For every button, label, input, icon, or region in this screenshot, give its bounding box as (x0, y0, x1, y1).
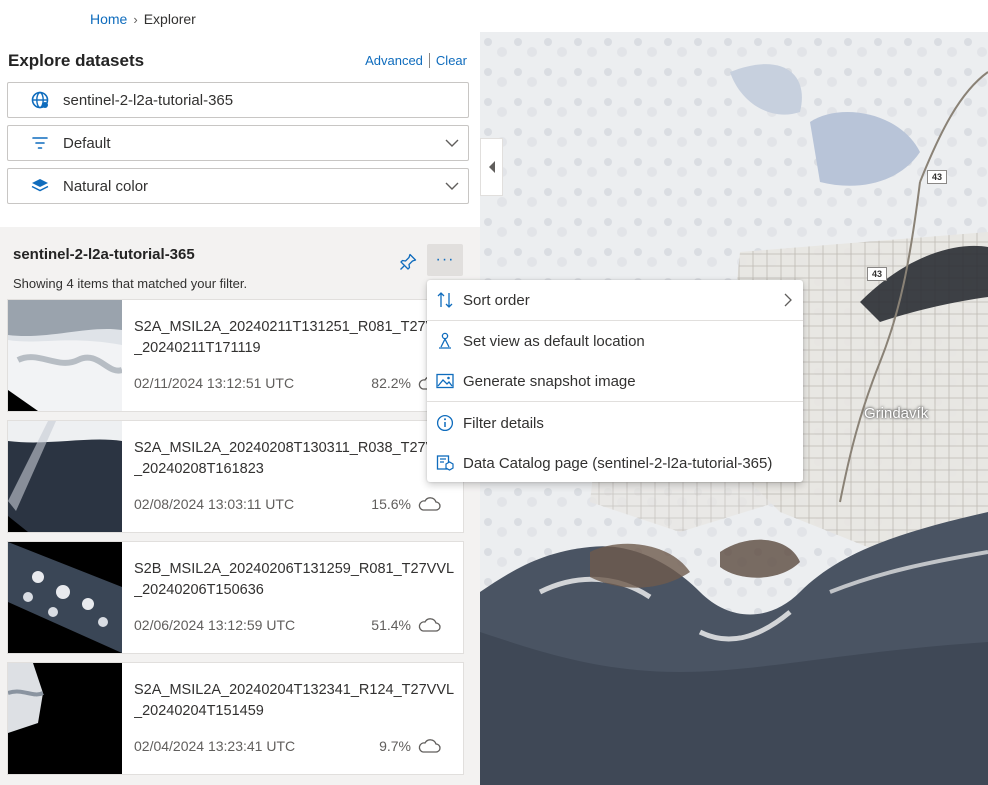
sort-icon (435, 290, 455, 310)
item-thumbnail (8, 421, 122, 532)
cloud-cover-value: 82.2% (371, 375, 411, 391)
menu-item-sort-order[interactable]: Sort order (427, 281, 803, 319)
item-body: S2A_MSIL2A_20240208T130311_R038_T27VVL_2… (122, 421, 463, 532)
menu-item-label: Data Catalog page (sentinel-2-l2a-tutori… (463, 454, 773, 472)
result-item[interactable]: S2A_MSIL2A_20240204T132341_R124_T27VVL_2… (7, 662, 464, 775)
menu-item-data-catalog-page[interactable]: Data Catalog page (sentinel-2-l2a-tutori… (427, 444, 803, 482)
result-item[interactable]: S2A_MSIL2A_20240208T130311_R038_T27VVL_2… (7, 420, 464, 533)
explore-panel: Explore datasets Advanced Clear sentinel… (0, 40, 480, 785)
render-option-dropdown[interactable]: Natural color (7, 168, 469, 204)
map-town-label: Grindavík (864, 405, 929, 422)
item-thumbnail (8, 663, 122, 774)
collection-context-menu: Sort order Set view as default location … (427, 280, 803, 482)
info-icon (435, 413, 455, 433)
dataset-field[interactable]: sentinel-2-l2a-tutorial-365 (7, 82, 469, 118)
chevron-down-icon (445, 182, 459, 190)
item-date: 02/04/2024 13:23:41 UTC (134, 738, 296, 754)
menu-divider (427, 401, 803, 402)
location-person-icon (435, 331, 455, 351)
advanced-link[interactable]: Advanced (365, 53, 423, 68)
cloud-cover-value: 51.4% (371, 617, 411, 633)
cloud-icon (418, 618, 441, 632)
item-id: S2B_MSIL2A_20240206T131259_R081_T27VVL_2… (134, 561, 455, 598)
result-item[interactable]: S2A_MSIL2A_20240211T131251_R081_T27VVL_2… (7, 299, 464, 412)
image-icon (435, 371, 455, 391)
cloud-icon (418, 739, 441, 753)
menu-item-label: Filter details (463, 414, 544, 432)
menu-item-label: Generate snapshot image (463, 372, 636, 390)
item-body: S2B_MSIL2A_20240206T131259_R081_T27VVL_2… (122, 542, 463, 653)
item-id: S2A_MSIL2A_20240211T131251_R081_T27VVL_2… (134, 319, 453, 356)
item-id: S2A_MSIL2A_20240204T132341_R124_T27VVL_2… (134, 682, 455, 719)
pin-button[interactable] (397, 251, 419, 273)
panel-title: Explore datasets (8, 51, 145, 70)
item-date: 02/11/2024 13:12:51 UTC (134, 375, 295, 391)
result-item[interactable]: S2B_MSIL2A_20240206T131259_R081_T27VVL_2… (7, 541, 464, 654)
menu-item-label: Set view as default location (463, 332, 645, 350)
catalog-icon (435, 453, 455, 473)
chevron-down-icon (445, 139, 459, 147)
breadcrumb-home-link[interactable]: Home (90, 11, 127, 27)
filter-icon (30, 133, 50, 153)
menu-item-generate-snapshot[interactable]: Generate snapshot image (427, 362, 803, 400)
results-count-text: Showing 4 items that matched your filter… (13, 276, 248, 291)
menu-item-set-default-location[interactable]: Set view as default location (427, 322, 803, 360)
menu-divider (427, 320, 803, 321)
dataset-field-value: sentinel-2-l2a-tutorial-365 (63, 91, 234, 109)
chevron-right-icon (784, 293, 792, 307)
cloud-icon (418, 497, 441, 511)
item-thumbnail (8, 300, 122, 411)
menu-item-filter-details[interactable]: Filter details (427, 404, 803, 442)
pin-icon (400, 253, 417, 270)
cloud-cover-value: 15.6% (371, 496, 411, 512)
filter-dropdown[interactable]: Default (7, 125, 469, 161)
item-cloud-cover: 51.4% (371, 617, 441, 633)
layers-icon (30, 176, 50, 196)
item-id: S2A_MSIL2A_20240208T130311_R038_T27VVL_2… (134, 440, 453, 477)
clear-link[interactable]: Clear (436, 53, 467, 68)
chevron-left-icon (488, 161, 495, 173)
link-divider (428, 53, 430, 68)
item-date: 02/06/2024 13:12:59 UTC (134, 617, 296, 633)
more-options-button[interactable]: ··· (427, 244, 463, 276)
collection-title: sentinel-2-l2a-tutorial-365 (13, 246, 195, 263)
item-body: S2A_MSIL2A_20240204T132341_R124_T27VVL_2… (122, 663, 463, 774)
item-cloud-cover: 15.6% (371, 496, 441, 512)
breadcrumb-chevron-icon: › (133, 11, 138, 27)
filter-dropdown-value: Default (63, 134, 111, 152)
breadcrumb: Home › Explorer (90, 11, 196, 27)
panel-links: Advanced Clear (365, 53, 467, 68)
item-cloud-cover: 9.7% (379, 738, 441, 754)
item-body: S2A_MSIL2A_20240211T131251_R081_T27VVL_2… (122, 300, 463, 411)
road-number-badge: 43 (927, 170, 948, 184)
item-date: 02/08/2024 13:03:11 UTC (134, 496, 295, 512)
collapse-panel-button[interactable] (480, 138, 503, 196)
globe-icon (30, 90, 50, 110)
search-results: sentinel-2-l2a-tutorial-365 ··· Showing … (0, 227, 480, 785)
road-number-badge: 43 (867, 267, 888, 281)
cloud-cover-value: 9.7% (379, 738, 411, 754)
item-thumbnail (8, 542, 122, 653)
render-option-value: Natural color (63, 177, 149, 195)
breadcrumb-current: Explorer (143, 11, 196, 27)
menu-item-label: Sort order (463, 291, 530, 309)
